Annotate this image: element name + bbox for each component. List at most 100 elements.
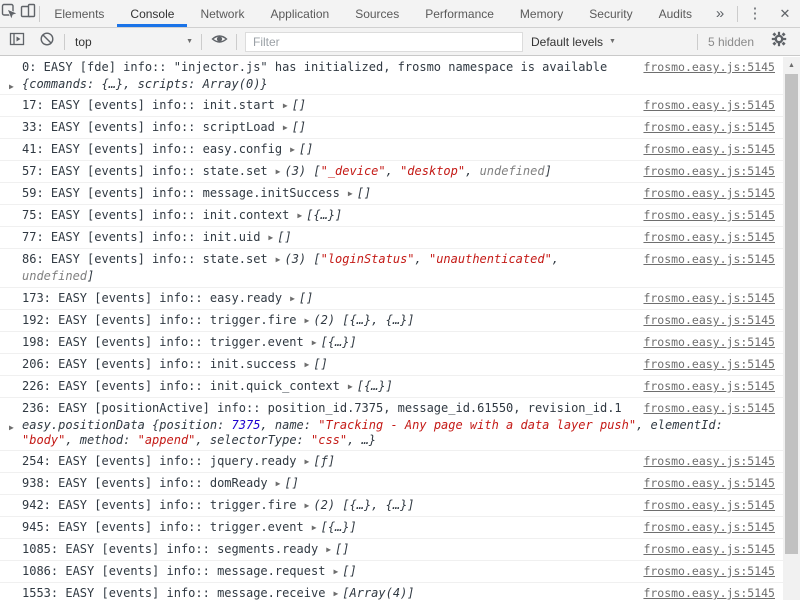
expand-arrow-icon[interactable]: ▶ xyxy=(9,420,14,435)
device-toolbar-button[interactable] xyxy=(18,0,36,27)
clear-console-button[interactable] xyxy=(32,31,62,52)
source-link[interactable]: frosmo.easy.js:5145 xyxy=(643,290,775,307)
source-link[interactable]: frosmo.easy.js:5145 xyxy=(643,59,775,76)
string-value: "css" xyxy=(311,433,347,447)
expand-arrow-icon[interactable]: ▶ xyxy=(348,378,353,395)
source-link[interactable]: frosmo.easy.js:5145 xyxy=(643,251,775,268)
preview-token: {commands: {…}, scripts: Array(0)} xyxy=(22,77,268,91)
preview-token: [{…}] xyxy=(357,379,393,393)
log-args-preview: [] xyxy=(357,186,371,200)
filter-input[interactable] xyxy=(245,32,523,52)
expand-arrow-icon[interactable]: ▶ xyxy=(333,563,338,580)
log-message: 226: EASY [events] info:: init.quick_con… xyxy=(22,378,393,395)
expand-arrow-icon[interactable]: ▶ xyxy=(312,334,317,351)
inspect-cursor-icon xyxy=(1,3,17,24)
tab-audits[interactable]: Audits xyxy=(646,0,705,27)
preview-token: (2) [{…}, {…}] xyxy=(313,498,414,512)
source-link[interactable]: frosmo.easy.js:5145 xyxy=(643,475,775,492)
console-log-row: 236: EASY [positionActive] info:: positi… xyxy=(0,398,783,451)
expand-arrow-icon[interactable]: ▶ xyxy=(312,519,317,536)
expand-arrow-icon[interactable]: ▶ xyxy=(297,207,302,224)
expand-arrow-icon[interactable]: ▶ xyxy=(283,119,288,136)
expand-arrow-icon[interactable]: ▶ xyxy=(276,251,281,268)
devtools-menu-button[interactable]: ⋮ xyxy=(740,0,770,27)
expand-arrow-icon[interactable]: ▶ xyxy=(283,97,288,114)
log-args-preview: (2) [{…}, {…}] xyxy=(313,313,414,327)
expand-arrow-icon[interactable]: ▶ xyxy=(348,185,353,202)
source-link[interactable]: frosmo.easy.js:5145 xyxy=(643,563,775,580)
source-link[interactable]: frosmo.easy.js:5145 xyxy=(643,400,775,417)
tab-list: ElementsConsoleNetworkApplicationSources… xyxy=(41,0,705,27)
log-message: 945: EASY [events] info:: trigger.event▶… xyxy=(22,519,357,536)
log-levels-dropdown[interactable]: Default levels ▼ xyxy=(531,35,616,49)
more-tabs-button[interactable]: » xyxy=(705,0,735,27)
log-message: 942: EASY [events] info:: trigger.fire▶(… xyxy=(22,497,415,514)
expand-arrow-icon[interactable]: ▶ xyxy=(9,79,14,94)
expand-arrow-icon[interactable]: ▶ xyxy=(290,290,295,307)
expand-arrow-icon[interactable]: ▶ xyxy=(276,163,281,180)
source-link[interactable]: frosmo.easy.js:5145 xyxy=(643,163,775,180)
tab-console[interactable]: Console xyxy=(117,0,187,27)
scrollbar-up-arrow-icon[interactable]: ▲ xyxy=(783,57,800,74)
source-link[interactable]: frosmo.easy.js:5145 xyxy=(643,585,775,600)
expand-arrow-icon[interactable]: ▶ xyxy=(333,585,338,600)
expand-arrow-icon[interactable]: ▶ xyxy=(276,475,281,492)
source-link[interactable]: frosmo.easy.js:5145 xyxy=(643,541,775,558)
source-link[interactable]: frosmo.easy.js:5145 xyxy=(643,378,775,395)
clear-console-icon xyxy=(39,31,55,52)
log-message: 236: EASY [positionActive] info:: positi… xyxy=(22,400,622,417)
context-selector-value: top xyxy=(75,35,92,49)
expand-arrow-icon[interactable]: ▶ xyxy=(305,453,310,470)
source-link[interactable]: frosmo.easy.js:5145 xyxy=(643,312,775,329)
expand-arrow-icon[interactable]: ▶ xyxy=(305,312,310,329)
scrollbar-thumb[interactable] xyxy=(785,74,798,554)
string-value: "loginStatus" xyxy=(321,252,415,266)
source-link[interactable]: frosmo.easy.js:5145 xyxy=(643,207,775,224)
log-message: 206: EASY [events] info:: init.success▶[… xyxy=(22,356,328,373)
live-expression-button[interactable] xyxy=(204,31,234,52)
preview-token: [] xyxy=(357,186,371,200)
console-log-row: 1553: EASY [events] info:: message.recei… xyxy=(0,583,783,600)
devtools-tabbar: ElementsConsoleNetworkApplicationSources… xyxy=(0,0,800,28)
preview-token: [] xyxy=(299,142,313,156)
source-link[interactable]: frosmo.easy.js:5145 xyxy=(643,141,775,158)
source-link[interactable]: frosmo.easy.js:5145 xyxy=(643,334,775,351)
tab-performance[interactable]: Performance xyxy=(412,0,507,27)
source-link[interactable]: frosmo.easy.js:5145 xyxy=(643,97,775,114)
source-link[interactable]: frosmo.easy.js:5145 xyxy=(643,453,775,470)
toolbar-separator xyxy=(39,6,40,22)
expand-arrow-icon[interactable]: ▶ xyxy=(305,356,310,373)
tab-sources[interactable]: Sources xyxy=(342,0,412,27)
tab-elements[interactable]: Elements xyxy=(41,0,117,27)
source-link[interactable]: frosmo.easy.js:5145 xyxy=(643,229,775,246)
tab-memory[interactable]: Memory xyxy=(507,0,576,27)
scrollbar[interactable]: ▲ xyxy=(783,57,800,600)
console-log: 0: EASY [fde] info:: "injector.js" has i… xyxy=(0,57,783,600)
expand-arrow-icon[interactable]: ▶ xyxy=(326,541,331,558)
close-devtools-button[interactable]: ✕ xyxy=(770,0,800,27)
context-selector-dropdown[interactable]: top ▼ xyxy=(67,32,199,52)
expand-arrow-icon[interactable]: ▶ xyxy=(268,229,273,246)
tab-security[interactable]: Security xyxy=(576,0,645,27)
source-link[interactable]: frosmo.easy.js:5145 xyxy=(643,119,775,136)
tab-application[interactable]: Application xyxy=(257,0,342,27)
source-link[interactable]: frosmo.easy.js:5145 xyxy=(643,497,775,514)
console-sidebar-toggle-button[interactable] xyxy=(2,31,32,52)
hidden-messages-count: 5 hidden xyxy=(708,35,754,49)
log-args-preview: [] xyxy=(299,291,313,305)
tab-network[interactable]: Network xyxy=(187,0,257,27)
expand-arrow-icon[interactable]: ▶ xyxy=(290,141,295,158)
object-preview[interactable]: ▶easy.positionData {position: 7375, name… xyxy=(22,417,775,448)
preview-token: , method: xyxy=(65,433,137,447)
log-message: 1553: EASY [events] info:: message.recei… xyxy=(22,585,415,600)
object-preview[interactable]: ▶{commands: {…}, scripts: Array(0)} xyxy=(22,76,775,92)
log-message: 173: EASY [events] info:: easy.ready▶[] xyxy=(22,290,313,307)
preview-token: [] xyxy=(277,230,291,244)
console-settings-button[interactable] xyxy=(764,31,794,52)
source-link[interactable]: frosmo.easy.js:5145 xyxy=(643,519,775,536)
source-link[interactable]: frosmo.easy.js:5145 xyxy=(643,185,775,202)
source-link[interactable]: frosmo.easy.js:5145 xyxy=(643,356,775,373)
inspect-element-button[interactable] xyxy=(0,0,18,27)
console-log-row: 75: EASY [events] info:: init.context▶[{… xyxy=(0,205,783,227)
expand-arrow-icon[interactable]: ▶ xyxy=(305,497,310,514)
